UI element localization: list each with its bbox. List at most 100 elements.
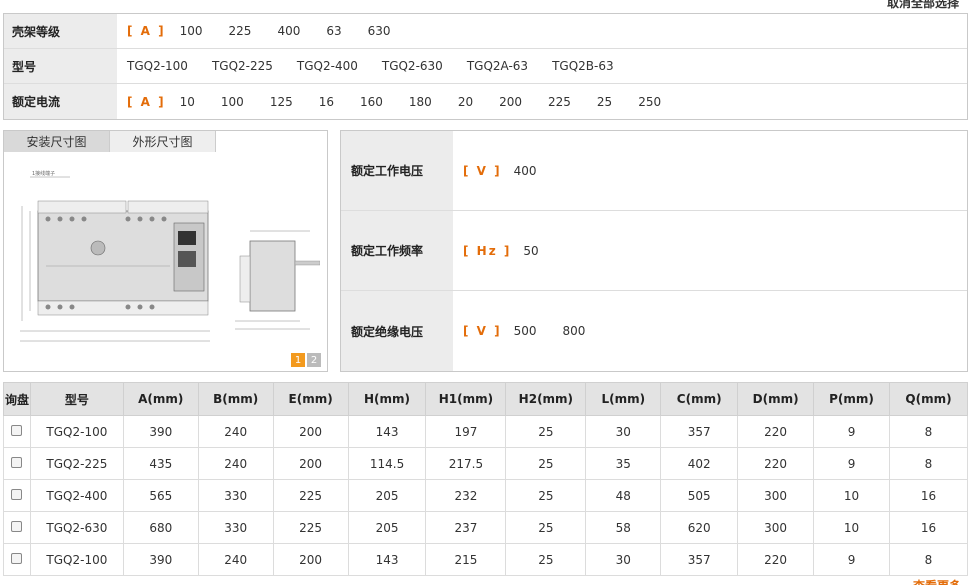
table-cell: 35 bbox=[585, 447, 662, 480]
filter-option[interactable]: TGQ2B-63 bbox=[552, 59, 614, 73]
table-row: TGQ2-100 390 240 200 143 197 25 30 357 220 9 8 bbox=[3, 415, 969, 448]
table-cell: 25 bbox=[505, 511, 587, 544]
table-row: TGQ2-400 565 330 225 205 232 25 48 505 300 10 16 bbox=[3, 479, 969, 512]
deselect-all-link[interactable]: 取消全部选择 bbox=[887, 0, 959, 11]
page-1-button[interactable]: 1 bbox=[291, 353, 305, 367]
filter-row-frame: 壳架等级 [ A ] 100 225 400 63 630 bbox=[4, 14, 967, 49]
filter-option[interactable]: 125 bbox=[270, 95, 293, 109]
filter-option[interactable]: 225 bbox=[229, 24, 252, 38]
spec-option[interactable]: 500 bbox=[514, 324, 537, 338]
filter-option[interactable]: 20 bbox=[458, 95, 473, 109]
filter-row-model: 型号 TGQ2-100 TGQ2-225 TGQ2-400 TGQ2-630 TGQ2A… bbox=[4, 49, 967, 84]
filter-option[interactable]: 160 bbox=[360, 95, 383, 109]
spec-option[interactable]: 50 bbox=[523, 244, 538, 258]
filter-option[interactable]: 100 bbox=[180, 24, 203, 38]
filter-option[interactable]: 400 bbox=[277, 24, 300, 38]
table-cell: 300 bbox=[737, 479, 815, 512]
table-cell: 200 bbox=[272, 543, 349, 576]
filter-option[interactable]: 63 bbox=[326, 24, 341, 38]
filter-label: 额定电流 bbox=[4, 84, 117, 119]
table-cell: 9 bbox=[813, 415, 890, 448]
page-2-button[interactable]: 2 bbox=[307, 353, 321, 367]
inquiry-checkbox[interactable] bbox=[11, 552, 23, 564]
table-cell: 197 bbox=[425, 415, 507, 448]
inquiry-checkbox[interactable] bbox=[11, 520, 23, 532]
column-header: 询盘 bbox=[3, 382, 31, 416]
table-cell: 16 bbox=[888, 511, 969, 544]
filter-option[interactable]: 225 bbox=[548, 95, 571, 109]
filter-option[interactable]: 180 bbox=[409, 95, 432, 109]
table-cell: 402 bbox=[660, 447, 739, 480]
column-header: Q(mm) bbox=[888, 382, 969, 416]
table-cell: 225 bbox=[272, 479, 349, 512]
table-cell: 357 bbox=[660, 543, 739, 576]
filter-option[interactable]: 200 bbox=[499, 95, 522, 109]
drawing-tabs: 安装尺寸图 外形尺寸图 bbox=[4, 131, 327, 153]
view-more-link[interactable]: 查看更多 bbox=[913, 577, 961, 585]
spec-values: [ V ] 400 bbox=[453, 164, 563, 178]
table-cell: 435 bbox=[122, 447, 199, 480]
spec-values: [ Hz ] 50 bbox=[453, 244, 565, 258]
filter-option[interactable]: 250 bbox=[638, 95, 661, 109]
table-cell: TGQ2-630 bbox=[29, 511, 124, 544]
column-header: C(mm) bbox=[660, 382, 739, 416]
filter-option[interactable]: TGQ2-400 bbox=[297, 59, 358, 73]
filter-option[interactable]: 16 bbox=[319, 95, 334, 109]
specs-panel: 额定工作电压 [ V ] 400 额定工作频率 [ Hz ] 50 额定绝缘电压… bbox=[340, 130, 968, 372]
filter-option[interactable]: 630 bbox=[368, 24, 391, 38]
filter-option[interactable]: TGQ2-630 bbox=[382, 59, 443, 73]
table-cell: 565 bbox=[122, 479, 199, 512]
column-header: B(mm) bbox=[197, 382, 274, 416]
filter-row-current: 额定电流 [ A ] 10 100 125 16 160 180 20 200 225 25 250 bbox=[4, 84, 967, 119]
inquiry-checkbox[interactable] bbox=[11, 488, 23, 500]
tab-outline-dimensions[interactable]: 外形尺寸图 bbox=[110, 131, 216, 152]
filter-option[interactable]: TGQ2A-63 bbox=[467, 59, 528, 73]
table-cell: 48 bbox=[585, 479, 662, 512]
spec-option[interactable]: 800 bbox=[563, 324, 586, 338]
table-cell: 205 bbox=[347, 479, 427, 512]
tab-install-dimensions[interactable]: 安装尺寸图 bbox=[4, 131, 110, 152]
table-cell: 9 bbox=[813, 543, 890, 576]
table-cell: 240 bbox=[197, 447, 274, 480]
filter-option[interactable]: 25 bbox=[597, 95, 612, 109]
filter-label: 型号 bbox=[4, 49, 117, 83]
column-header: P(mm) bbox=[813, 382, 890, 416]
row-select-cell bbox=[3, 447, 31, 480]
spec-label: 额定工作电压 bbox=[341, 131, 453, 210]
table-cell: 240 bbox=[197, 415, 274, 448]
inquiry-checkbox[interactable] bbox=[11, 456, 23, 468]
inquiry-checkbox[interactable] bbox=[11, 424, 23, 436]
table-cell: 200 bbox=[272, 415, 349, 448]
table-cell: 8 bbox=[888, 543, 969, 576]
table-cell: 390 bbox=[122, 543, 199, 576]
table-cell: 200 bbox=[272, 447, 349, 480]
table-cell: 114.5 bbox=[347, 447, 427, 480]
dimension-drawing: 1接线端子 bbox=[20, 170, 320, 342]
table-cell: 25 bbox=[505, 415, 587, 448]
table-cell: 25 bbox=[505, 543, 587, 576]
table-cell: 8 bbox=[888, 447, 969, 480]
table-cell: 357 bbox=[660, 415, 739, 448]
table-cell: 143 bbox=[347, 415, 427, 448]
unit-label: [ A ] bbox=[127, 24, 166, 38]
filter-option[interactable]: TGQ2-100 bbox=[127, 59, 188, 73]
spec-row-insulation: 额定绝缘电压 [ V ] 500 800 bbox=[341, 291, 967, 371]
table-cell: 237 bbox=[425, 511, 507, 544]
table-cell: TGQ2-400 bbox=[29, 479, 124, 512]
unit-label: [ A ] bbox=[127, 94, 166, 109]
row-select-cell bbox=[3, 543, 31, 576]
column-header: A(mm) bbox=[122, 382, 199, 416]
table-body: TGQ2-100 390 240 200 143 197 25 30 357 220 9 8 TGQ2-… bbox=[3, 415, 969, 576]
filter-option[interactable]: 100 bbox=[221, 95, 244, 109]
spec-label: 额定绝缘电压 bbox=[341, 291, 453, 371]
column-header: E(mm) bbox=[272, 382, 349, 416]
filter-option[interactable]: 10 bbox=[180, 95, 195, 109]
drawing-caption: 1接线端子 bbox=[32, 170, 55, 177]
table-cell: TGQ2-225 bbox=[29, 447, 124, 480]
product-table: 询盘 型号 A(mm) B(mm) E(mm) H(mm) H1(mm) H2(mm) L(mm… bbox=[3, 382, 969, 576]
spec-option[interactable]: 400 bbox=[514, 164, 537, 178]
table-cell: 240 bbox=[197, 543, 274, 576]
table-cell: 390 bbox=[122, 415, 199, 448]
filter-option[interactable]: TGQ2-225 bbox=[212, 59, 273, 73]
table-cell: 220 bbox=[737, 415, 815, 448]
